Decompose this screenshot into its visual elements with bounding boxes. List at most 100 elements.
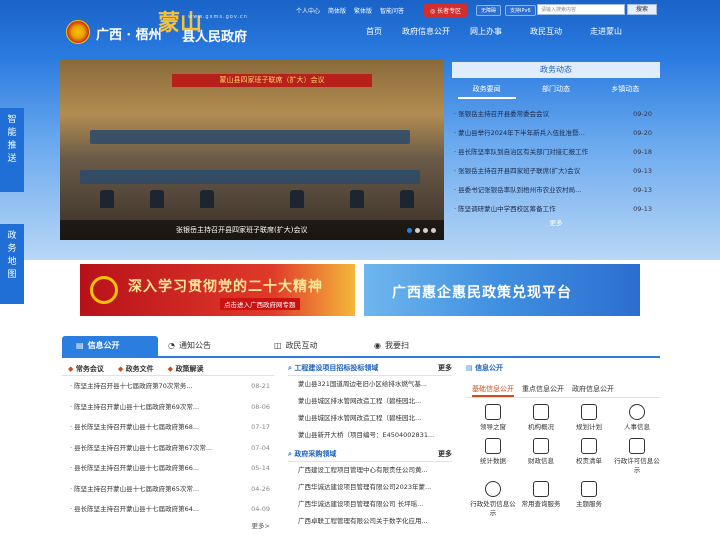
subtab-meetings[interactable]: ◆ 常务会议 bbox=[68, 364, 104, 375]
ipv6-badge: 支持IPv6 bbox=[505, 5, 536, 16]
list-item[interactable]: · 张银岳主持召开县委常委会会议 09-20 bbox=[452, 105, 660, 124]
tab-label: 我要扫 bbox=[384, 341, 409, 350]
slider-dot[interactable] bbox=[415, 228, 420, 233]
list-item[interactable]: · 陈坚主持召开县十七届政府第70次常务... 08-21 bbox=[62, 376, 274, 397]
news-slider[interactable]: 蒙山县四家班子联席（扩大）会议 张银岳主持召开县四家班子联席(扩大)会议 bbox=[60, 60, 444, 240]
side-tab-label: 政务地图 bbox=[7, 231, 17, 280]
nav-home[interactable]: 首页 bbox=[352, 26, 396, 37]
gov-news-panel: 政务动态 政务要闻 部门动态 乡镇动态 · 张银岳主持召开县委常委会会议 09-2… bbox=[452, 62, 660, 244]
grid-item-theme[interactable]: 主题服务 bbox=[566, 481, 612, 518]
slider-dots bbox=[407, 228, 436, 233]
subtab-documents[interactable]: ◆ 政务文件 bbox=[118, 364, 154, 375]
list-item[interactable]: · 陈坚主持召开蒙山县十七届政府第69次常... 08-06 bbox=[62, 397, 274, 418]
grid-item-query[interactable]: 常用查询服务 bbox=[518, 481, 564, 518]
tab-key-info[interactable]: 重点信息公开 bbox=[522, 380, 564, 397]
news-title: 蒙山县举行2024年下半年新兵入伍批准暨... bbox=[458, 129, 585, 137]
news-date: 09-13 bbox=[633, 205, 652, 213]
party-study-banner[interactable]: 深入学习贯彻党的二十大精神 点击进入广西政府网专题 bbox=[80, 264, 355, 316]
info-icon-grid: 领导之窗 机构概况 规划计划 人事信息 统计数据 财政信息 权责清单 行政许可信… bbox=[466, 398, 660, 518]
nav-gov-info[interactable]: 政府信息公开 bbox=[396, 26, 456, 37]
item-date: 04-26 bbox=[251, 484, 270, 493]
list-item[interactable]: 蒙山县城区排水管网改造工程（碧桂园北... bbox=[288, 393, 452, 410]
grid-item-statistics[interactable]: 统计数据 bbox=[470, 438, 516, 475]
main-tabs: ▤ 信息公开 ◔ 通知公告 ◫ 政民互动 ◉ 我要扫 bbox=[62, 336, 660, 358]
top-link-traditional[interactable]: 繁体版 bbox=[354, 6, 372, 15]
list-item[interactable]: · 县长陈坚主持召开蒙山县十七届政府第68... 07-17 bbox=[62, 417, 274, 438]
nav-about-mengshan[interactable]: 走进蒙山 bbox=[576, 26, 636, 37]
list-item[interactable]: · 蒙山县举行2024年下半年新兵入伍批准暨... 09-20 bbox=[452, 124, 660, 143]
elder-zone-label: 长者专区 bbox=[437, 8, 462, 15]
tab-scan[interactable]: ◉ 我要扫 bbox=[374, 336, 454, 356]
list-item[interactable]: · 县长陈坚率队到自治区有关部门对接汇报工作 09-18 bbox=[452, 143, 660, 162]
slider-dot[interactable] bbox=[431, 228, 436, 233]
grid-item-penalty[interactable]: 行政处罚信息公示 bbox=[470, 481, 516, 518]
grid-item-agency[interactable]: 机构概况 bbox=[518, 404, 564, 432]
item-date: 05-14 bbox=[251, 464, 270, 472]
bidding-panel: ⌕ 工程建设项目招标投标领域 更多 蒙山县321国道周边老旧小区给排水燃气基...… bbox=[288, 360, 452, 530]
tab-interaction[interactable]: ◫ 政民互动 bbox=[274, 336, 354, 356]
elder-zone-button[interactable]: ◎ 长者专区 bbox=[424, 4, 468, 17]
list-item[interactable]: 蒙山县新开大桥（项目编号：E4504002831... bbox=[288, 427, 452, 444]
side-tab-smart-push[interactable]: 智能推送 bbox=[0, 108, 24, 192]
seat bbox=[200, 190, 214, 208]
grid-item-plans[interactable]: 规划计划 bbox=[566, 404, 612, 432]
tab-town-news[interactable]: 乡镇动态 bbox=[596, 84, 654, 99]
section-header: ⌕ 工程建设项目招标投标领域 更多 bbox=[288, 360, 452, 376]
list-item[interactable]: 蒙山县321国道周边老旧小区给排水燃气基... bbox=[288, 376, 452, 393]
list-item[interactable]: 蒙山县城区排水管网改造工程（碧桂园北... bbox=[288, 410, 452, 427]
item-title: 陈坚主持召开蒙山县十七届政府第69次常... bbox=[74, 402, 200, 411]
slider-caption[interactable]: 张银岳主持召开县四家班子联席(扩大)会议 bbox=[60, 220, 444, 240]
section-more-link[interactable]: 更多 bbox=[438, 360, 452, 375]
search-button[interactable]: 搜索 bbox=[627, 4, 657, 15]
list-item[interactable]: 广西华诚达建设项目管理有限公司 长坪瑶... bbox=[288, 496, 452, 513]
list-item[interactable]: 广西建设工程项目管理中心有限责任公司黄... bbox=[288, 462, 452, 479]
subtab-policy-interp[interactable]: ◆ 政策解读 bbox=[168, 364, 204, 375]
list-item[interactable]: · 县长陈坚主持召开蒙山县十七届政府第64... 04-09 bbox=[62, 499, 274, 520]
tab-info-disclosure[interactable]: ▤ 信息公开 bbox=[62, 336, 158, 356]
section-title: 工程建设项目招标投标领域 bbox=[294, 364, 379, 372]
left-more-link[interactable]: 更多> bbox=[62, 520, 274, 530]
grid-item-license[interactable]: 行政许可信息公示 bbox=[614, 438, 660, 475]
grid-label: 领导之窗 bbox=[480, 423, 506, 431]
megaphone-icon bbox=[533, 404, 549, 420]
accessibility-button[interactable]: 无障碍 bbox=[476, 5, 502, 16]
top-link-simplified[interactable]: 简体版 bbox=[328, 6, 346, 15]
tab-gov-info[interactable]: 政府信息公开 bbox=[572, 380, 614, 397]
side-tab-gov-map[interactable]: 政务地图 bbox=[0, 224, 24, 304]
item-title: 陈坚主持召开蒙山县十七届政府第65次常... bbox=[74, 484, 200, 493]
nav-interaction[interactable]: 政民互动 bbox=[516, 26, 576, 37]
top-links: 个人中心 简体版 繁体版 智能问答 bbox=[296, 6, 404, 15]
news-title: 县委书记张银岳率队到梧州市农业农村局... bbox=[458, 186, 582, 194]
list-item[interactable]: 广西华诚达建设项目管理有限公司2023年蒙... bbox=[288, 479, 452, 496]
tab-dept-news[interactable]: 部门动态 bbox=[527, 84, 585, 99]
list-item[interactable]: · 县长陈坚主持召开蒙山县十七届政府第67次常... 07-04 bbox=[62, 438, 274, 459]
search-icon: ⌕ bbox=[288, 364, 292, 372]
grid-item-finance[interactable]: 财政信息 bbox=[518, 438, 564, 475]
top-link-ai-qa[interactable]: 智能问答 bbox=[380, 6, 404, 15]
grid-label: 权责清单 bbox=[576, 457, 602, 465]
slider-dot[interactable] bbox=[423, 228, 428, 233]
list-item[interactable]: · 陈坚主持召开蒙山县十七届政府第65次常... 04-26 bbox=[62, 479, 274, 500]
side-tab-label: 智能推送 bbox=[7, 115, 17, 164]
news-date: 09-13 bbox=[633, 186, 652, 194]
grid-item-leaders[interactable]: 领导之窗 bbox=[470, 404, 516, 432]
list-item[interactable]: · 县委书记张银岳率队到梧州市农业农村局... 09-13 bbox=[452, 181, 660, 200]
item-date: 07-04 bbox=[251, 443, 270, 452]
policy-platform-banner[interactable]: 广西惠企惠民政策兑现平台 bbox=[364, 264, 640, 316]
tab-basic-info[interactable]: 基础信息公开 bbox=[472, 380, 514, 397]
list-item[interactable]: · 张银岳主持召开县四家班子联席(扩大)会议 09-13 bbox=[452, 162, 660, 181]
list-item[interactable]: 广西卓联工程管理有限公司关于数字化应用... bbox=[288, 513, 452, 530]
section-more-link[interactable]: 更多 bbox=[438, 446, 452, 461]
tab-notices[interactable]: ◔ 通知公告 bbox=[168, 336, 248, 356]
grid-item-personnel[interactable]: 人事信息 bbox=[614, 404, 660, 432]
slider-dot[interactable] bbox=[407, 228, 412, 233]
item-title: 县长陈坚主持召开蒙山县十七届政府第68... bbox=[74, 423, 200, 431]
top-link-personal[interactable]: 个人中心 bbox=[296, 6, 320, 15]
gov-news-title: 政务动态 bbox=[452, 62, 660, 78]
grid-item-rights-list[interactable]: 权责清单 bbox=[566, 438, 612, 475]
nav-online-service[interactable]: 网上办事 bbox=[456, 26, 516, 37]
news-date: 09-18 bbox=[633, 148, 652, 156]
tab-gov-news[interactable]: 政务要闻 bbox=[457, 84, 516, 99]
search-input[interactable]: 请输入搜索内容 bbox=[537, 4, 625, 15]
list-item[interactable]: · 县长陈坚主持召开蒙山县十七届政府第66... 05-14 bbox=[62, 458, 274, 479]
